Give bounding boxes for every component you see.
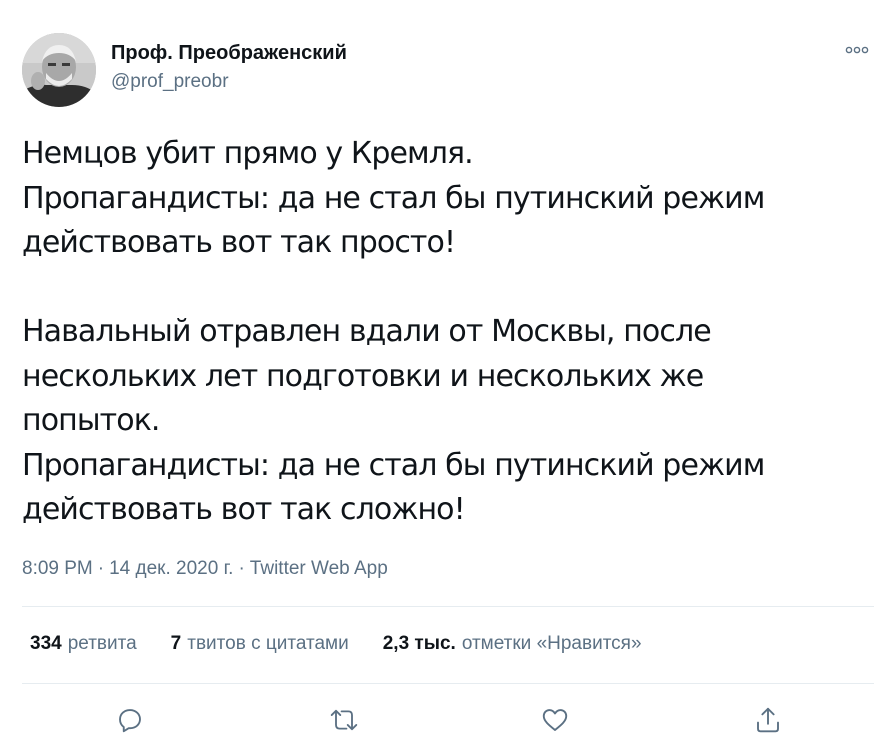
likes-label: отметки «Нравится» (461, 633, 642, 654)
more-dots-icon (845, 46, 869, 54)
avatar-image (22, 33, 96, 107)
divider (22, 683, 874, 684)
quotes-stat[interactable]: 7 твитов с цитатами (171, 633, 349, 655)
retweets-stat[interactable]: 334 ретвита (30, 633, 137, 655)
author-handle[interactable]: @prof_preobr (111, 71, 229, 93)
tweet-meta: 8:09 PM · 14 дек. 2020 г. · Twitter Web App (22, 558, 388, 580)
tweet-time[interactable]: 8:09 PM (22, 558, 93, 579)
retweets-label: ретвита (67, 633, 137, 654)
meta-separator: · (97, 558, 105, 579)
tweet-source[interactable]: Twitter Web App (250, 558, 388, 579)
retweets-count: 334 (30, 633, 62, 654)
likes-count: 2,3 тыс. (382, 633, 456, 654)
share-icon (757, 707, 779, 733)
quotes-count: 7 (170, 633, 182, 654)
retweet-icon (330, 709, 358, 731)
more-options-button[interactable] (842, 40, 872, 60)
heart-icon (542, 709, 568, 731)
reply-button[interactable] (113, 703, 147, 737)
reply-icon (119, 709, 141, 733)
author-name[interactable]: Проф. Преображенский (111, 42, 347, 65)
meta-separator: · (238, 558, 245, 579)
share-button[interactable] (751, 703, 785, 737)
like-button[interactable] (538, 703, 572, 737)
divider (22, 606, 874, 607)
tweet: Проф. Преображенский @prof_preobr Немцов… (0, 0, 888, 754)
tweet-stats: 334 ретвита 7 твитов с цитатами 2,3 тыс. от… (30, 633, 676, 655)
tweet-date[interactable]: 14 дек. 2020 г. (109, 558, 233, 579)
tweet-text: Немцов убит прямо у Кремля. Пропагандист… (22, 136, 765, 527)
avatar[interactable] (22, 33, 96, 107)
retweet-button[interactable] (327, 703, 361, 737)
likes-stat[interactable]: 2,3 тыс. отметки «Нравится» (383, 633, 642, 655)
quotes-label: твитов с цитатами (187, 633, 349, 654)
